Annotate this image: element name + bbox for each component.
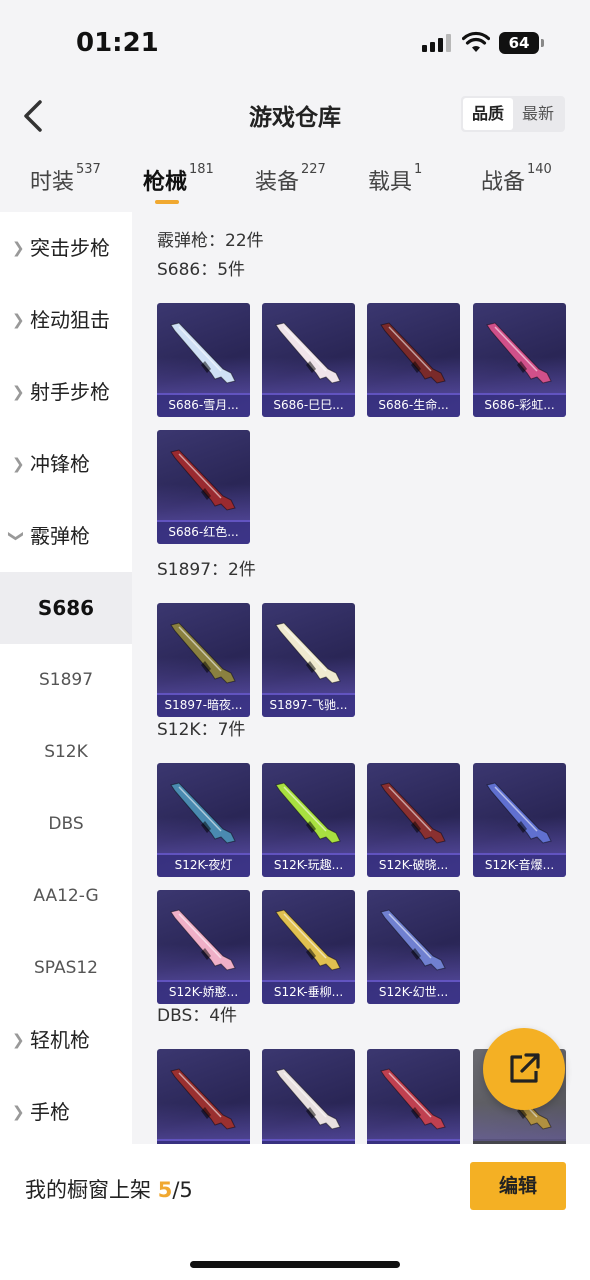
group-label: S1897：2件	[157, 560, 256, 580]
weapon-image	[170, 322, 236, 384]
weapon-name: S1897-暗夜...	[157, 693, 250, 717]
sidebar-sub-aa12g[interactable]: AA12-G	[0, 860, 132, 932]
sidebar-sub-s686[interactable]: S686	[0, 572, 132, 644]
sidebar-item-pistol[interactable]: ❯ 手枪	[0, 1076, 132, 1144]
battery-icon: 64	[499, 32, 544, 54]
weapon-card[interactable]: DBS-焰鹰斗篷	[157, 1049, 250, 1144]
weapon-image	[170, 909, 236, 971]
weapon-image	[380, 322, 446, 384]
weapon-name: S12K-破晓...	[367, 853, 460, 877]
weapon-card[interactable]: S686-生命...	[367, 303, 460, 417]
sidebar-sub-spas12[interactable]: SPAS12	[0, 932, 132, 1004]
weapon-image	[275, 622, 341, 684]
sort-toggle: 品质 最新	[461, 96, 565, 132]
weapon-name: S686-雪月...	[157, 393, 250, 417]
weapon-card[interactable]: S686-雪月...	[157, 303, 250, 417]
category-tabs: 时装537 枪械181 装备227 载具1 战备140	[0, 160, 590, 212]
weapon-name: S686-红色...	[157, 520, 250, 544]
weapon-card[interactable]: S1897-暗夜...	[157, 603, 250, 717]
weapon-name: S12K-夜灯	[157, 853, 250, 877]
weapon-card[interactable]: S12K-夜灯	[157, 763, 250, 877]
sidebar-item-assault-rifle[interactable]: ❯ 突击步枪	[0, 212, 132, 284]
weapon-card[interactable]: S12K-幻世...	[367, 890, 460, 1004]
active-tab-indicator	[155, 200, 179, 204]
weapon-card[interactable]: DBS-甜心亚梦	[367, 1049, 460, 1144]
weapon-card[interactable]: S12K-玩趣...	[262, 763, 355, 877]
weapon-image	[275, 1068, 341, 1130]
weapon-name: S686-巳巳...	[262, 393, 355, 417]
weapon-name: S686-生命...	[367, 393, 460, 417]
sort-latest-button[interactable]: 最新	[513, 98, 563, 130]
tab-gear[interactable]: 战备140	[481, 162, 552, 196]
edit-button[interactable]: 编辑	[470, 1162, 566, 1210]
sidebar-item-lmg[interactable]: ❯ 轻机枪	[0, 1004, 132, 1076]
sidebar-item-bolt-sniper[interactable]: ❯ 栓动狙击	[0, 284, 132, 356]
weapon-card[interactable]: S686-红色...	[157, 430, 250, 544]
weapon-name: S1897-飞驰...	[262, 693, 355, 717]
share-button[interactable]	[483, 1028, 565, 1110]
weapon-card[interactable]: S12K-音爆...	[473, 763, 566, 877]
weapon-name: S686-彩虹...	[473, 393, 566, 417]
weapon-card[interactable]: DBS-圣堂之誓	[262, 1049, 355, 1144]
share-icon	[510, 1053, 540, 1083]
tab-weapons[interactable]: 枪械181	[143, 162, 214, 196]
weapon-name: S12K-玩趣...	[262, 853, 355, 877]
sidebar-sub-dbs[interactable]: DBS	[0, 788, 132, 860]
weapon-image	[380, 1068, 446, 1130]
chevron-right-icon: ❯	[12, 1103, 25, 1121]
tab-equipment[interactable]: 装备227	[255, 162, 326, 196]
weapon-card[interactable]: S1897-飞驰...	[262, 603, 355, 717]
bottom-bar: 我的橱窗上架 5/5 编辑	[0, 1144, 590, 1280]
weapon-name: S12K-垂柳...	[262, 980, 355, 1004]
chevron-right-icon: ❯	[12, 311, 25, 329]
weapon-image	[275, 909, 341, 971]
weapon-grid: 霰弹枪：22件 S686：5件 S686-雪月... S686-巳巳... S686-…	[132, 212, 590, 1144]
chevron-right-icon: ❯	[12, 239, 25, 257]
chevron-down-icon: ❯	[7, 529, 26, 543]
weapon-name: S12K-幻世...	[367, 980, 460, 1004]
chevron-right-icon: ❯	[12, 1031, 25, 1049]
weapon-image	[170, 1068, 236, 1130]
group-label: DBS：4件	[157, 1006, 238, 1026]
status-time: 01:21	[76, 28, 159, 58]
group-label: S686：5件	[157, 260, 246, 280]
weapon-image	[275, 782, 341, 844]
weapon-card[interactable]: S12K-垂柳...	[262, 890, 355, 1004]
weapon-card[interactable]: S686-巳巳...	[262, 303, 355, 417]
sort-quality-button[interactable]: 品质	[463, 98, 513, 130]
tab-outfit[interactable]: 时装537	[30, 162, 101, 196]
chevron-right-icon: ❯	[12, 383, 25, 401]
section-title: 霰弹枪：22件	[157, 231, 264, 251]
weapon-card[interactable]: S686-彩虹...	[473, 303, 566, 417]
weapon-card[interactable]: S12K-破晓...	[367, 763, 460, 877]
sidebar-item-shotgun[interactable]: ❯ 霰弹枪	[0, 500, 132, 572]
weapon-image	[486, 322, 552, 384]
status-bar: 01:21 64	[0, 0, 590, 88]
sidebar-item-marksman-rifle[interactable]: ❯ 射手步枪	[0, 356, 132, 428]
group-label: S12K：7件	[157, 720, 246, 740]
wifi-icon	[462, 31, 490, 52]
weapon-image	[380, 782, 446, 844]
weapon-image	[380, 909, 446, 971]
page-header: 游戏仓库 品质 最新	[0, 88, 590, 144]
weapon-image	[170, 622, 236, 684]
sidebar-item-smg[interactable]: ❯ 冲锋枪	[0, 428, 132, 500]
signal-icon	[422, 34, 451, 52]
weapon-image	[170, 782, 236, 844]
weapon-image	[275, 322, 341, 384]
showcase-status: 我的橱窗上架 5/5	[25, 1178, 193, 1202]
sidebar-sub-s12k[interactable]: S12K	[0, 716, 132, 788]
weapon-category-sidebar: ❯ 突击步枪 ❯ 栓动狙击 ❯ 射手步枪 ❯ 冲锋枪 ❯ 霰弹枪 S686 S1897 S…	[0, 212, 132, 1144]
home-indicator	[190, 1261, 400, 1268]
weapon-name: S12K-音爆...	[473, 853, 566, 877]
weapon-card[interactable]: S12K-娇憨...	[157, 890, 250, 1004]
tab-vehicles[interactable]: 载具1	[368, 162, 422, 196]
sidebar-sub-s1897[interactable]: S1897	[0, 644, 132, 716]
chevron-right-icon: ❯	[12, 455, 25, 473]
weapon-image	[170, 449, 236, 511]
weapon-image	[486, 782, 552, 844]
